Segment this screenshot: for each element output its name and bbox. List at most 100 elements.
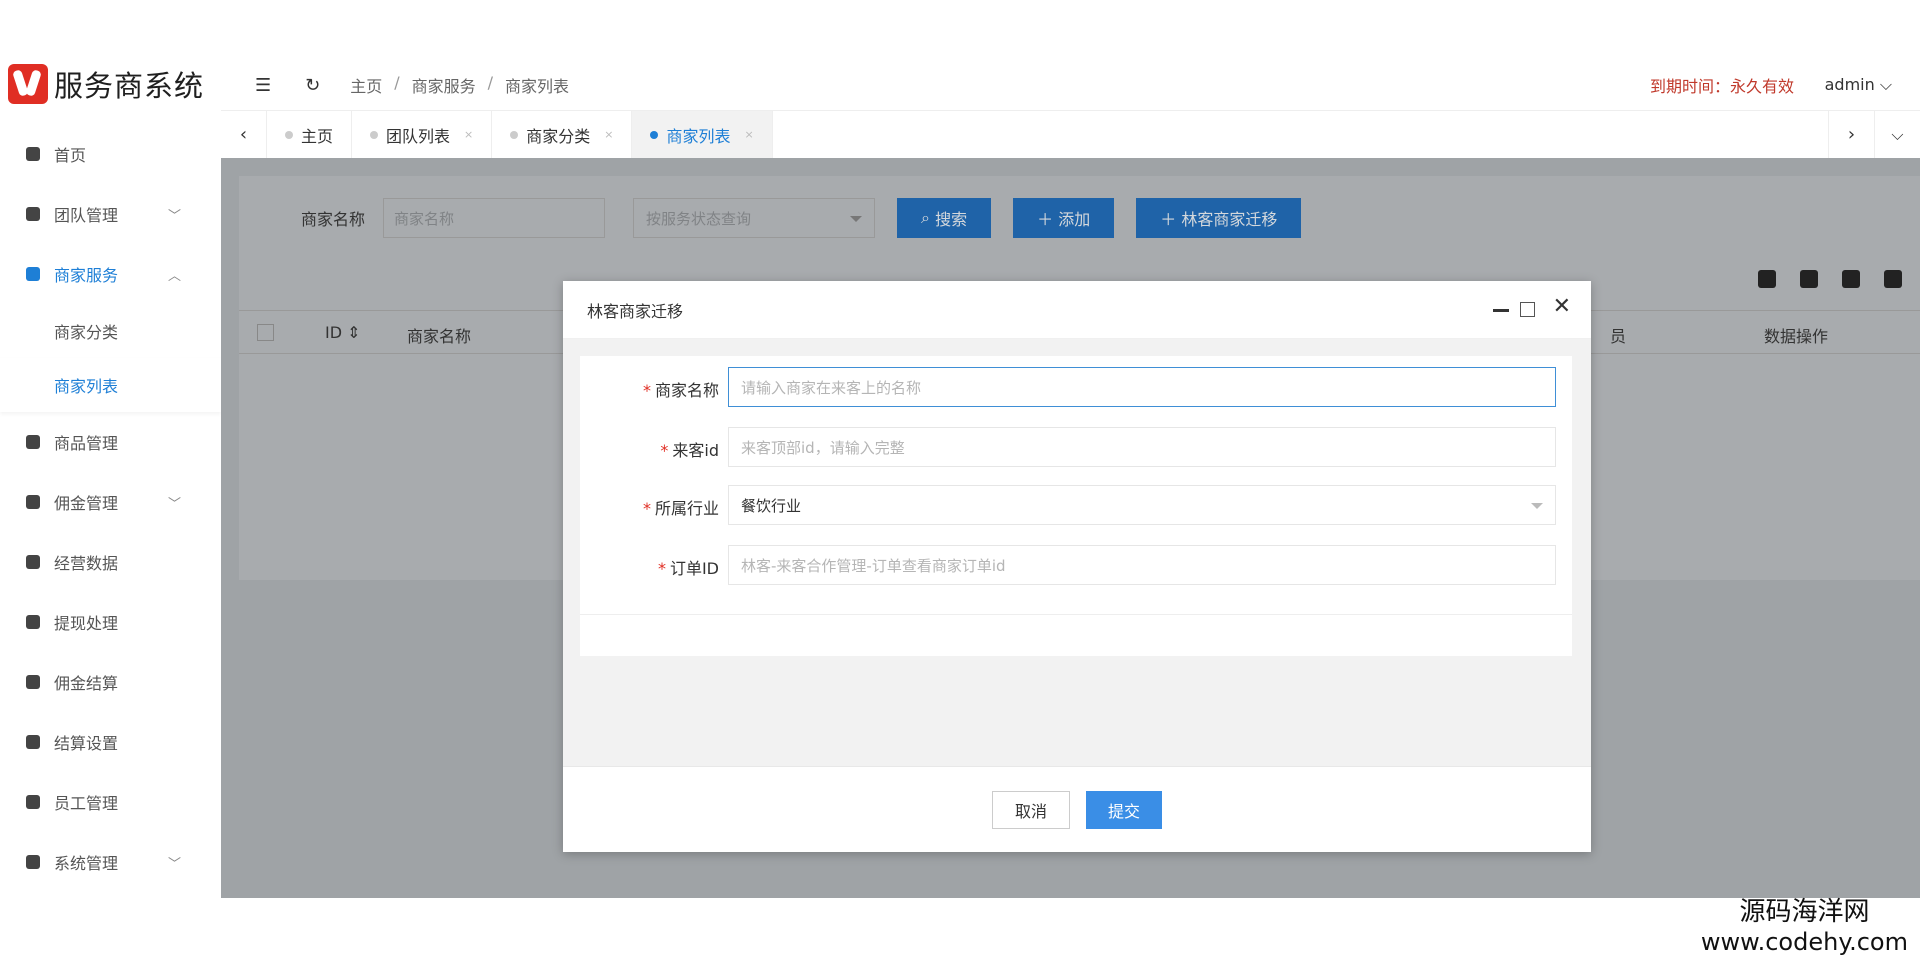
form-divider	[580, 614, 1572, 615]
tab-label: 团队列表	[386, 126, 451, 146]
field-label-text: 所属行业	[654, 499, 719, 518]
dialog-header: 林客商家迁移 ✕	[563, 281, 1591, 339]
chevron-down-icon: ﹀	[167, 208, 181, 224]
folder-icon[interactable]	[1800, 270, 1818, 288]
sidebar-item-staff[interactable]: 员工管理	[0, 772, 221, 832]
required-mark: *	[657, 559, 666, 578]
cancel-button[interactable]: 取消	[991, 790, 1070, 829]
order-id-field[interactable]: 林客-来客合作管理-订单查看商家订单id	[728, 545, 1556, 585]
sidebar-item-business-data[interactable]: 经营数据	[0, 532, 221, 592]
industry-select[interactable]: 餐饮行业	[728, 485, 1556, 525]
required-mark: *	[642, 499, 651, 518]
dialog-body: * 商家名称 请输入商家在来客上的名称 * 来客id 来客顶部id，请输入完整 * 所…	[563, 339, 1591, 766]
form-row-merchant-name: * 商家名称 请输入商家在来客上的名称	[580, 367, 1572, 407]
sidebar-item-label: 提现处理	[54, 614, 119, 633]
tab-team-list[interactable]: 团队列表 ×	[352, 110, 493, 159]
dialog-footer: 取消 提交	[563, 766, 1591, 852]
breadcrumb: 主页 / 商家服务 / 商家列表	[350, 73, 569, 97]
gear-icon[interactable]	[1758, 270, 1776, 288]
sidebar-item-commission[interactable]: 佣金管理 ﹀	[0, 472, 221, 532]
add-button-label: 添加	[1058, 210, 1091, 229]
migrate-dialog: 林客商家迁移 ✕ * 商家名称 请输入商家在来客上的名称 * 来客id 来客顶部id…	[563, 281, 1591, 852]
field-label: * 来客id	[660, 437, 719, 461]
chevron-down-icon: ﹀	[167, 856, 181, 872]
maximize-icon[interactable]	[1520, 302, 1535, 317]
chevron-down-icon: ⌵	[1879, 75, 1892, 94]
user-menu[interactable]: admin ⌵	[1825, 75, 1892, 95]
tab-merchant-category[interactable]: 商家分类 ×	[492, 110, 633, 159]
goods-icon	[26, 435, 40, 449]
laike-id-field[interactable]: 来客顶部id，请输入完整	[728, 427, 1556, 467]
search-icon[interactable]	[1884, 270, 1902, 288]
tab-scroll-right-icon[interactable]: ›	[1828, 110, 1874, 159]
tab-label: 商家列表	[666, 126, 731, 146]
minimize-icon[interactable]	[1493, 309, 1509, 312]
tab-close-icon[interactable]: ×	[464, 128, 473, 141]
merchant-name-input[interactable]: 商家名称	[383, 198, 606, 238]
dashboard-icon	[26, 555, 40, 569]
tab-bar: ‹ 主页 团队列表 × 商家分类 × 商家列表 × › ⌵	[221, 110, 1920, 159]
sidebar-item-commission-settle[interactable]: 佣金结算	[0, 652, 221, 712]
sidebar-item-label: 首页	[54, 146, 87, 165]
required-mark: *	[642, 381, 651, 400]
add-button[interactable]: ＋ 添加	[1013, 198, 1115, 238]
merchant-name-field[interactable]: 请输入商家在来客上的名称	[728, 367, 1556, 407]
sidebar-subitem-merchant-list[interactable]: 商家列表	[0, 358, 221, 412]
column-operations: 数据操作	[1764, 327, 1829, 346]
watermark-name: 源码海洋网	[1739, 897, 1870, 927]
app-root: 服务商系统 ☰ ↻ 主页 / 商家服务 / 商家列表 到期时间：永久有效 adm…	[0, 0, 1920, 960]
search-row: 商家名称 商家名称 按服务状态查询 ⌕ 搜索 ＋ 添加 ＋ 林客商家迁移	[239, 198, 1302, 238]
sidebar-item-settle-settings[interactable]: 结算设置	[0, 712, 221, 772]
field-placeholder: 林客-来客合作管理-订单查看商家订单id	[741, 556, 1006, 575]
search-button[interactable]: ⌕ 搜索	[897, 198, 992, 238]
field-label: * 订单ID	[658, 555, 719, 579]
sidebar-item-withdraw[interactable]: 提现处理	[0, 592, 221, 652]
tab-merchant-list[interactable]: 商家列表 ×	[632, 110, 773, 159]
plus-icon: ＋	[1160, 210, 1177, 229]
print-icon[interactable]	[1842, 270, 1860, 288]
plus-icon: ＋	[1037, 210, 1054, 229]
tab-close-icon[interactable]: ×	[745, 128, 754, 141]
select-all-checkbox[interactable]	[257, 324, 274, 341]
watermark-url: www.codehy.com	[1700, 928, 1908, 956]
settings-icon	[26, 735, 40, 749]
search-button-label: 搜索	[935, 210, 968, 229]
sidebar-nav: 首页 团队管理 ﹀ 商家服务 ︿ 商家分类 商家列表 商品管理 佣金管理 ﹀ 经…	[0, 124, 221, 892]
migrate-button[interactable]: ＋ 林客商家迁移	[1136, 198, 1302, 238]
tab-more-chevron-down-icon[interactable]: ⌵	[1874, 110, 1920, 159]
refresh-icon[interactable]: ↻	[305, 75, 320, 96]
app-logo[interactable]: 服务商系统	[8, 60, 204, 108]
logo-mark-icon	[8, 64, 48, 104]
status-select[interactable]: 按服务状态查询	[633, 198, 876, 238]
migrate-form: * 商家名称 请输入商家在来客上的名称 * 来客id 来客顶部id，请输入完整 * 所…	[580, 356, 1572, 656]
sidebar-subitem-merchant-category[interactable]: 商家分类	[0, 304, 221, 358]
chevron-down-icon: ﹀	[167, 496, 181, 512]
migrate-button-label: 林客商家迁移	[1181, 210, 1278, 229]
tab-close-icon[interactable]: ×	[604, 128, 613, 141]
sidebar-item-merchant-service[interactable]: 商家服务 ︿	[0, 244, 221, 304]
sidebar-item-team[interactable]: 团队管理 ﹀	[0, 184, 221, 244]
tab-home[interactable]: 主页	[267, 110, 353, 159]
tab-scroll-left-icon[interactable]: ‹	[221, 110, 267, 159]
search-label: 商家名称	[301, 210, 366, 229]
column-id[interactable]: ID ⇕	[325, 323, 361, 342]
sidebar-item-system[interactable]: 系统管理 ﹀	[0, 832, 221, 892]
pie-chart-icon	[26, 147, 40, 161]
sidebar-item-label: 员工管理	[54, 794, 119, 813]
breadcrumb-item[interactable]: 商家服务	[412, 73, 476, 97]
tab-dot	[510, 130, 519, 139]
column-staff: 员	[1610, 327, 1627, 346]
arrow-circle-icon	[26, 615, 40, 629]
field-label-text: 商家名称	[654, 381, 719, 400]
breadcrumb-item[interactable]: 主页	[350, 73, 382, 97]
submit-button[interactable]: 提交	[1086, 790, 1163, 829]
money-bag-icon	[26, 675, 40, 689]
sidebar-item-home[interactable]: 首页	[0, 124, 221, 184]
field-label: * 所属行业	[643, 495, 719, 519]
menu-toggle-icon[interactable]: ☰	[255, 75, 271, 96]
breadcrumb-separator: /	[394, 73, 400, 92]
close-icon[interactable]: ✕	[1553, 296, 1571, 318]
watermark: 源码海洋网 www.codehy.com	[1701, 891, 1908, 956]
user-icon	[26, 207, 40, 221]
sidebar-item-goods[interactable]: 商品管理	[0, 412, 221, 472]
